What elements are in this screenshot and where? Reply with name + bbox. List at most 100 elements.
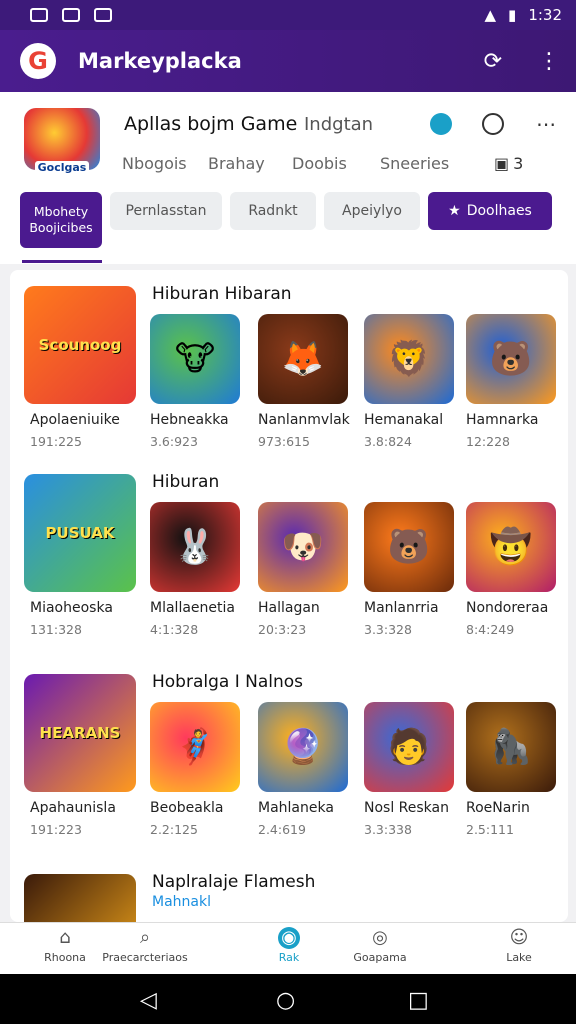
app-meta: 3.8:824 — [364, 434, 412, 449]
app-icon-tile[interactable]: 🦊 — [258, 314, 348, 404]
app-title: Markeyplacka — [78, 49, 242, 73]
home-button-icon[interactable]: ○ — [276, 988, 295, 1013]
status-notification-icons — [30, 8, 112, 22]
app-icon-tile[interactable]: 🦸 — [150, 702, 240, 792]
app-name: RoeNarin — [466, 800, 530, 816]
star-icon: ★ — [448, 203, 461, 219]
app-meta: 2.5:111 — [466, 822, 514, 837]
home-icon: ⌂ — [59, 927, 71, 948]
app-list[interactable]: Hiburan Hibaran Scounoog Apolaeniuike 191:2… — [10, 270, 568, 922]
category-tab[interactable]: Nbogois — [122, 154, 208, 173]
app-name: Apolaeniuike — [30, 412, 120, 428]
nav-item[interactable]: ⌂ Rhoona — [20, 927, 110, 964]
app-name: Apahaunisla — [30, 800, 116, 816]
nav-label: Lake — [506, 951, 532, 964]
refresh-icon[interactable]: ⟳ — [484, 49, 502, 74]
category-tab[interactable]: Sneeries — [380, 154, 494, 173]
bottom-nav: ⌂ Rhoona ⌕ Praecarcteriaos ◉ Rak ◎ Goapama ☺ Lake — [0, 922, 576, 974]
app-meta: 8:4:249 — [466, 622, 515, 637]
category-tab[interactable]: Brahay — [208, 154, 292, 173]
app-name: Mlallaenetia — [150, 600, 235, 616]
app-icon-tile[interactable]: 🐶 — [258, 502, 348, 592]
app-icon-tile[interactable]: 🦍 — [466, 702, 556, 792]
nav-label: Praecarcteriaos — [102, 951, 188, 964]
app-icon: 🐻 — [387, 527, 431, 567]
app-meta: 131:328 — [30, 622, 82, 637]
app-meta: 3.3:338 — [364, 822, 412, 837]
store-header: Goclgas Apllas bojm Game Indgtan ⋯ Nbogo… — [0, 92, 576, 264]
featured-app-card[interactable]: HEARANS — [24, 674, 136, 792]
games-icon: ◎ — [372, 927, 388, 948]
featured-art-text: Scounoog — [38, 336, 122, 354]
app-name: Nosl Reskan — [364, 800, 449, 816]
app-icon-tile[interactable]: 🐰 — [150, 502, 240, 592]
recents-icon[interactable]: □ — [408, 988, 429, 1013]
nav-item[interactable]: ◎ Goapama — [335, 927, 425, 964]
app-meta: 191:225 — [30, 434, 82, 449]
status-bar: ▲ ▮ 1:32 — [0, 0, 576, 30]
app-icon: 🐻 — [489, 339, 533, 379]
app-section: Hobralga I Nalnos HEARANS Apahaunisla 191:2… — [10, 670, 568, 860]
app-icon-tile[interactable]: 🐻 — [364, 502, 454, 592]
app-section: Hiburan PUSUAK Miaoheoska 131:328 🐰 Mlallaene… — [10, 470, 568, 660]
battery-icon: ▮ — [508, 6, 517, 24]
section-title: Hiburan Hibaran — [152, 284, 292, 304]
signal-icon: ▲ — [484, 6, 497, 24]
overflow-icon[interactable]: ⋯ — [536, 112, 556, 136]
category-tab[interactable]: Doobis — [292, 154, 380, 173]
back-icon[interactable]: ◁ — [140, 988, 157, 1013]
tab-featured[interactable]: Mbohety Boojicibes — [20, 192, 102, 248]
app-section: Hiburan Hibaran Scounoog Apolaeniuike 191:2… — [10, 282, 568, 472]
app-icon-tile[interactable]: 🧑 — [364, 702, 454, 792]
app-icon-tile[interactable]: 🐻 — [466, 314, 556, 404]
nav-label: Rak — [278, 951, 300, 964]
app-icon-tile[interactable]: 🔮 — [258, 702, 348, 792]
featured-art-text: PUSUAK — [45, 524, 115, 542]
featured-app-card[interactable]: Scounoog — [24, 286, 136, 404]
section-subtitle: Mahnakl — [152, 894, 211, 910]
google-logo: G — [20, 43, 56, 79]
sync-icon[interactable] — [430, 113, 452, 135]
nav-item[interactable]: ☺ Lake — [474, 927, 564, 964]
notification-icon — [62, 8, 80, 22]
store-logo-text: Goclgas — [34, 161, 90, 174]
cart-icon[interactable]: ▣ — [494, 154, 509, 173]
app-icon-tile[interactable]: 🤠 — [466, 502, 556, 592]
app-meta: 12:228 — [466, 434, 510, 449]
person-icon: ☺ — [509, 927, 529, 948]
tab-indicator — [22, 260, 102, 263]
app-name: Hemanakal — [364, 412, 444, 428]
app-icon: 🦸 — [173, 727, 217, 767]
app-name: Nanlanmvlak — [258, 412, 350, 428]
app-meta: 2.4:619 — [258, 822, 306, 837]
app-icon-tile[interactable]: 🦁 — [364, 314, 454, 404]
app-name: Nondoreraa — [466, 600, 549, 616]
more-vert-icon[interactable]: ⋮ — [538, 49, 560, 74]
app-icon: 🧑 — [387, 727, 431, 767]
app-name: Hamnarka — [466, 412, 539, 428]
app-icon: 🦁 — [387, 339, 431, 379]
featured-art-text: HEARANS — [39, 724, 121, 742]
app-meta: 191:223 — [30, 822, 82, 837]
tab-apps[interactable]: Apeiylyo — [324, 192, 420, 230]
app-icon-tile[interactable]: 🐮 — [150, 314, 240, 404]
nav-item[interactable]: ◉ Rak — [244, 927, 334, 964]
app-meta: 4:1:328 — [150, 622, 199, 637]
app-name: Beobeakla — [150, 800, 224, 816]
app-name: Hebneakka — [150, 412, 229, 428]
app-meta: 3.3:328 — [364, 622, 412, 637]
app-section: Naplralaje Flamesh Mahnakl Scconani — [10, 870, 568, 922]
bell-icon[interactable] — [482, 113, 504, 135]
notification-icon — [30, 8, 48, 22]
app-name: Hallagan — [258, 600, 320, 616]
tab-ranked[interactable]: Radnkt — [230, 192, 316, 230]
tab-popular[interactable]: Pernlasstan — [110, 192, 222, 230]
system-nav-bar: ◁ ○ □ — [0, 974, 576, 1024]
app-icon: 🦊 — [281, 339, 325, 379]
featured-app-card[interactable]: Scconani — [24, 874, 136, 922]
nav-item[interactable]: ⌕ Praecarcteriaos — [100, 927, 190, 964]
featured-app-card[interactable]: PUSUAK — [24, 474, 136, 592]
app-name: Mahlaneka — [258, 800, 334, 816]
notification-icon — [94, 8, 112, 22]
tab-favorites[interactable]: ★ Doolhaes — [428, 192, 552, 230]
